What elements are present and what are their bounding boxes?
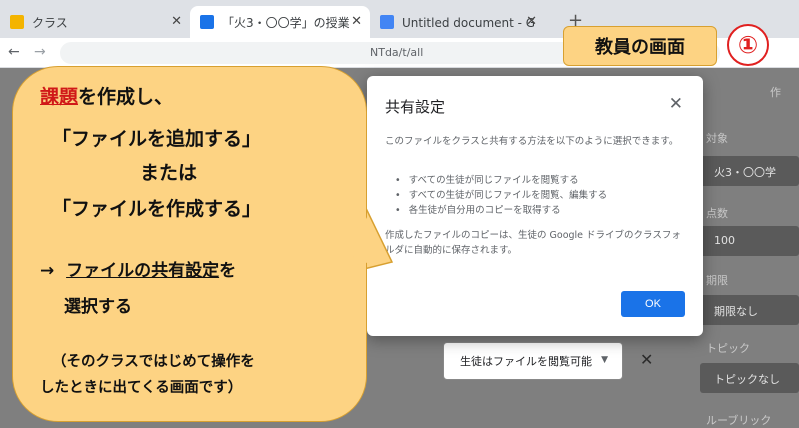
- callout-line-6: 選択する: [64, 297, 132, 317]
- callout-note-line-1: （そのクラスではじめて操作を: [52, 354, 255, 370]
- callout-keyword-sharing: ファイルの共有設定: [66, 261, 220, 281]
- arrow-right-icon: →: [40, 261, 55, 281]
- callout-line-1: 課題を作成し、: [40, 82, 173, 109]
- callout-line-5: → ファイルの共有設定を: [40, 256, 236, 281]
- teacher-view-label: 教員の画面: [563, 26, 717, 66]
- callout-line-2: 「ファイルを追加する」: [52, 128, 262, 150]
- step-number-badge: ①: [727, 24, 769, 66]
- callout-text: を作成し、: [78, 86, 174, 108]
- callout-line-4: 「ファイルを作成する」: [52, 198, 262, 220]
- callout-line-3: または: [140, 162, 198, 184]
- callout-keyword-assignment: 課題: [40, 86, 79, 108]
- callout-text: を: [219, 261, 237, 281]
- callout-note-line-2: したときに出てくる画面です）: [40, 380, 243, 396]
